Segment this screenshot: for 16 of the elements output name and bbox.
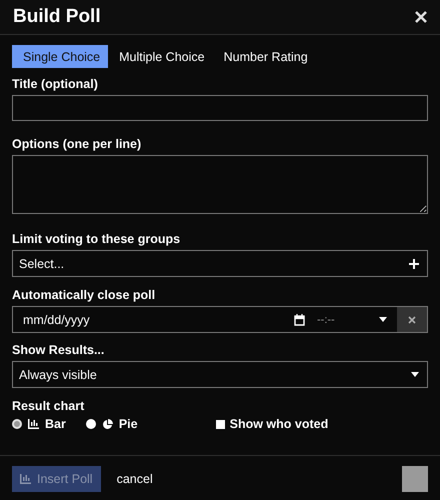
field-label: Result chart — [12, 399, 86, 413]
field-label: Title (optional) — [12, 77, 99, 91]
dialog-title: Build Poll — [13, 6, 101, 28]
radio-label[interactable]: Bar — [45, 417, 66, 431]
poll-type-tab[interactable]: Multiple Choice — [108, 45, 213, 68]
poll-type-tab[interactable]: Single Choice — [12, 45, 108, 68]
poll-type-tab[interactable]: Number Rating — [212, 45, 316, 68]
field-label: Options (one per line) — [12, 137, 142, 151]
cancel-link[interactable]: cancel — [116, 472, 153, 486]
results-select[interactable]: Always visible — [12, 361, 428, 388]
field-label: Automatically close poll — [12, 288, 156, 302]
groups-select[interactable]: Select... — [12, 250, 428, 277]
checkbox-label[interactable]: Show who voted — [230, 417, 328, 431]
field-label: Limit voting to these groups — [12, 232, 182, 246]
radio-label[interactable]: Pie — [118, 417, 138, 431]
field-label: Show Results... — [12, 343, 106, 357]
